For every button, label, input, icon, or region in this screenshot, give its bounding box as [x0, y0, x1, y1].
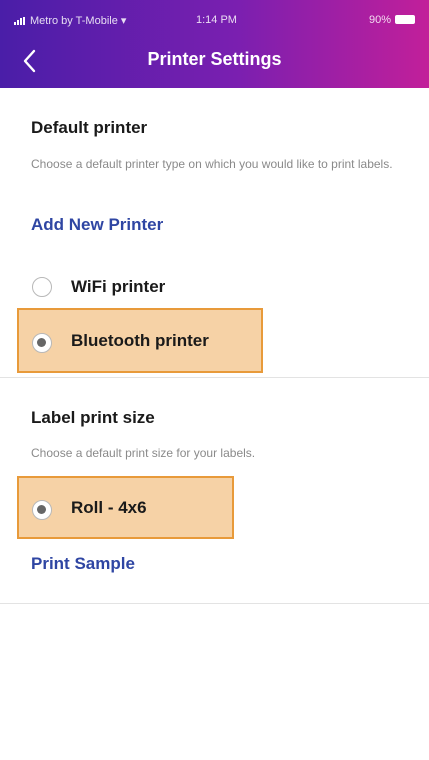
label-size-description: Choose a default print size for your lab… — [31, 446, 256, 460]
roll-4x6-radio[interactable] — [32, 500, 52, 520]
section-divider — [0, 603, 429, 604]
signal-icon — [14, 17, 25, 25]
label-size-heading: Label print size — [31, 408, 155, 427]
roll-4x6-label: Roll - 4x6 — [71, 498, 147, 517]
carrier-name: Metro by T-Mobile — [30, 15, 118, 27]
add-new-printer-link[interactable]: Add New Printer — [31, 215, 163, 235]
page-title: Printer Settings — [147, 49, 282, 69]
battery-icon — [395, 15, 415, 24]
section-divider — [0, 377, 429, 378]
carrier-indicator: Metro by T-Mobile ▾ — [14, 14, 126, 27]
status-time: 1:14 PM — [196, 14, 237, 26]
battery-percent: 90% — [368, 14, 391, 26]
wifi-printer-radio[interactable] — [32, 277, 52, 297]
battery-indicator: 90% — [369, 14, 415, 26]
default-printer-description: Choose a default printer type on which y… — [31, 157, 393, 171]
bluetooth-printer-label: Bluetooth printer — [71, 331, 209, 350]
wifi-printer-label: WiFi printer — [71, 277, 166, 296]
status-bar: Metro by T-Mobile ▾ 1:14 PM 90% — [0, 14, 429, 30]
bluetooth-printer-radio[interactable] — [32, 333, 52, 353]
wifi-icon: ▾ — [120, 15, 127, 27]
default-printer-heading: Default printer — [31, 118, 148, 137]
bluetooth-printer-option[interactable]: Bluetooth printer — [17, 308, 263, 373]
app-header: Metro by T-Mobile ▾ 1:14 PM 90% Printer … — [0, 0, 429, 88]
roll-4x6-option[interactable]: Roll - 4x6 — [17, 476, 234, 539]
print-sample-link[interactable]: Print Sample — [31, 554, 135, 574]
wifi-printer-option[interactable]: WiFi printer — [17, 268, 267, 308]
